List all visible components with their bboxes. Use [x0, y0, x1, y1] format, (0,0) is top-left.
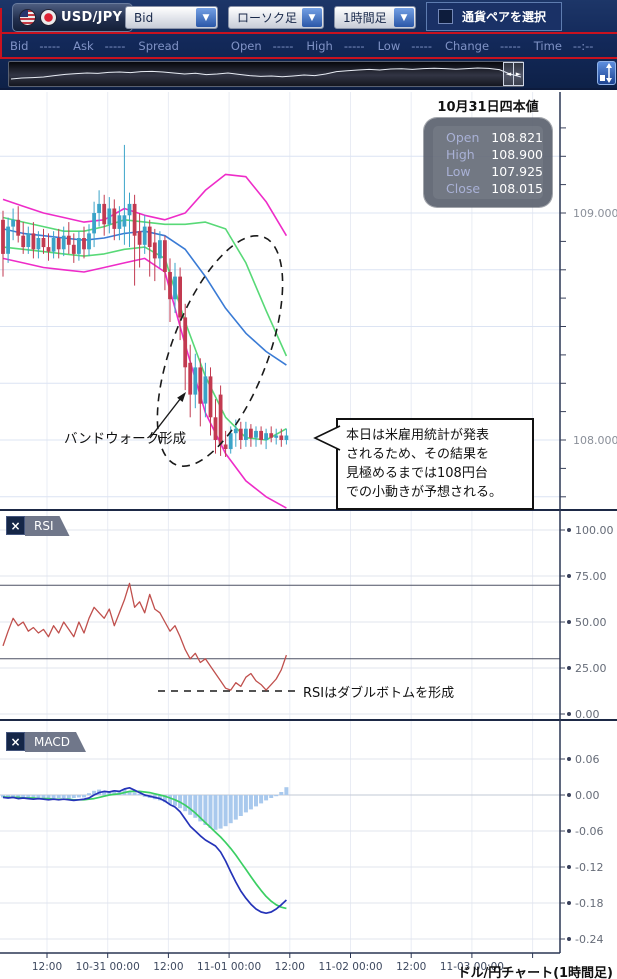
- macd-series: [1, 787, 288, 913]
- pair-tab-button[interactable]: USD/JPY: [12, 3, 133, 32]
- chevron-down-icon: ▼: [302, 8, 322, 27]
- pair-label: USD/JPY: [61, 10, 122, 25]
- navigator-right-arrow[interactable]: ►: [514, 63, 523, 85]
- ohlc-label: Open: [446, 129, 491, 146]
- svg-text:10-31 00:00: 10-31 00:00: [76, 961, 140, 973]
- quote-label: Ask: [73, 39, 94, 53]
- us-flag-icon: [19, 9, 36, 26]
- rsi-pane-label: RSI: [25, 516, 70, 536]
- forecast-note-bubble: 本日は米雇用統計が発表 されるため、その結果を 見極めるまでは108円台 での小…: [336, 418, 534, 510]
- svg-text:109.000: 109.000: [573, 207, 617, 220]
- svg-text:100.00: 100.00: [575, 524, 614, 537]
- chart-type-select[interactable]: ローソク足 ▼: [228, 6, 324, 29]
- quote-label: Low: [378, 39, 401, 53]
- left-red-edge: [0, 8, 2, 59]
- bubble-line: されるため、その結果を: [346, 445, 524, 464]
- grid-layer: [0, 92, 560, 953]
- quote-value: -----: [39, 39, 60, 53]
- bubble-tail: [312, 424, 342, 452]
- quote-value: -----: [344, 39, 365, 53]
- quote-red-divider: [0, 57, 617, 59]
- svg-text:108.000: 108.000: [573, 434, 617, 447]
- ohlc-value: 107.925: [491, 163, 543, 180]
- svg-text:12:00: 12:00: [396, 961, 426, 973]
- svg-text:-0.24: -0.24: [575, 933, 603, 946]
- chart-caption: ドル/円チャート(1時間足): [457, 962, 613, 979]
- timeframe-select[interactable]: 1時間足 ▼: [334, 6, 416, 29]
- quote-label: Change: [445, 39, 489, 53]
- svg-text:11-01 00:00: 11-01 00:00: [197, 961, 261, 973]
- ohlc-label: Low: [446, 163, 491, 180]
- quote-bar: Bid----- Ask----- Spread Open----- High-…: [10, 37, 593, 55]
- chart-panes: 109.000 108.000 100.00 75.00 50.00 25.00 0.00 0…: [0, 92, 617, 979]
- timeframe-select-value: 1時間足: [343, 9, 387, 26]
- quote-value: -----: [500, 39, 521, 53]
- svg-text:-0.18: -0.18: [575, 897, 603, 910]
- toolbar-red-divider: [0, 32, 617, 34]
- quote-label: Spread: [138, 39, 179, 53]
- svg-text:-0.12: -0.12: [575, 861, 603, 874]
- ohlc-value: 108.015: [491, 180, 543, 197]
- chart-navigator[interactable]: ◄ ►: [8, 61, 524, 87]
- quote-label: Time: [534, 39, 562, 53]
- charts-canvas: 109.000 108.000 100.00 75.00 50.00 25.00 0.00 0…: [0, 92, 617, 979]
- svg-text:12:00: 12:00: [275, 961, 305, 973]
- header-toolbar: USD/JPY Bid ▼ ローソク足 ▼ 1時間足 ▼ 通貨ペアを選択 Bid…: [0, 0, 617, 90]
- svg-text:11-02 00:00: 11-02 00:00: [318, 961, 382, 973]
- svg-text:50.00: 50.00: [575, 616, 607, 629]
- ohlc-label: Close: [446, 180, 491, 197]
- quote-label: Bid: [10, 39, 28, 53]
- svg-text:12:00: 12:00: [32, 961, 62, 973]
- bid-ask-select[interactable]: Bid ▼: [125, 6, 218, 29]
- quote-value: -----: [105, 39, 126, 53]
- jp-flag-icon: [40, 9, 57, 26]
- pair-select-checkbox[interactable]: [438, 9, 453, 24]
- quote-value: -----: [273, 39, 294, 53]
- pair-select-panel: 通貨ペアを選択: [426, 2, 562, 31]
- chevron-down-icon: ▼: [394, 8, 414, 27]
- bid-ask-select-value: Bid: [134, 11, 153, 25]
- svg-text:25.00: 25.00: [575, 662, 607, 675]
- close-icon: ×: [10, 735, 20, 749]
- ohlc-title: 10月31日四本値: [398, 96, 578, 115]
- chevron-down-icon: ▼: [196, 8, 216, 27]
- ohlc-label: High: [446, 146, 491, 163]
- quote-value: --:--: [573, 39, 593, 53]
- bubble-line: での小動きが予想される。: [346, 483, 524, 502]
- svg-text:0.06: 0.06: [575, 753, 600, 766]
- macd-close-button[interactable]: ×: [6, 732, 25, 751]
- macd-pane-label: MACD: [25, 732, 86, 752]
- annotation-layer: [131, 220, 308, 691]
- bandwalk-annotation: バンドウォーク形成: [64, 427, 186, 447]
- navigator-range-handle[interactable]: ◄ ►: [503, 62, 524, 86]
- resize-icon: [598, 62, 615, 84]
- ohlc-value: 108.900: [491, 146, 543, 163]
- macd-pane-tab: × MACD: [6, 732, 86, 752]
- rsi-series: [3, 583, 286, 690]
- bubble-line: 本日は米雇用統計が発表: [346, 426, 524, 445]
- chart-window: USD/JPY Bid ▼ ローソク足 ▼ 1時間足 ▼ 通貨ペアを選択 Bid…: [0, 0, 617, 979]
- chart-resize-button[interactable]: [597, 61, 616, 85]
- svg-text:12:00: 12:00: [153, 961, 183, 973]
- quote-label: High: [306, 39, 332, 53]
- rsi-close-button[interactable]: ×: [6, 516, 25, 535]
- navigator-left-arrow[interactable]: ◄: [504, 63, 514, 85]
- rsi-pane-tab: × RSI: [6, 516, 70, 536]
- svg-text:-0.06: -0.06: [575, 825, 603, 838]
- bubble-line: 見極めるまでは108円台: [346, 464, 524, 483]
- rsi-note-annotation: RSIはダブルボトムを形成: [303, 682, 454, 701]
- ohlc-summary-panel: Open108.821 High108.900 Low107.925 Close…: [424, 118, 552, 207]
- chart-type-select-value: ローソク足: [237, 9, 297, 26]
- svg-text:0.00: 0.00: [575, 789, 600, 802]
- ohlc-value: 108.821: [491, 129, 543, 146]
- svg-text:0.00: 0.00: [575, 708, 600, 721]
- quote-value: -----: [411, 39, 432, 53]
- svg-text:75.00: 75.00: [575, 570, 607, 583]
- quote-label: Open: [231, 39, 262, 53]
- navigator-sparkline: [9, 62, 523, 86]
- close-icon: ×: [10, 519, 20, 533]
- pair-select-label: 通貨ペアを選択: [462, 8, 546, 25]
